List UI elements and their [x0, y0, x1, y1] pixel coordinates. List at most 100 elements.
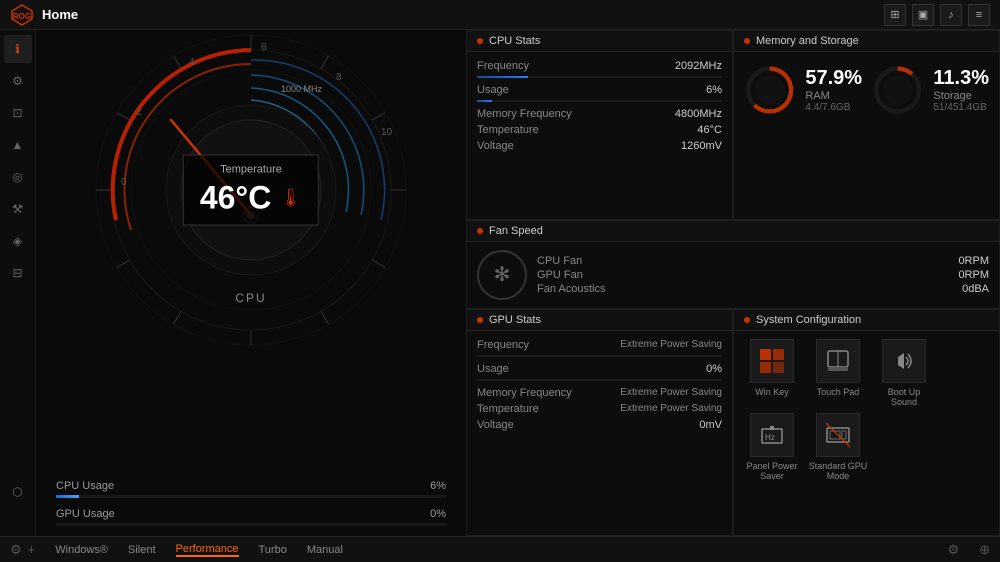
cpu-usage-stat-label: Usage	[477, 84, 509, 96]
temp-label: Temperature	[200, 164, 302, 176]
menu-button[interactable]: ≡	[968, 4, 990, 26]
panel-row-1: CPU Stats Frequency 2092MHz Usage 6%	[466, 30, 1000, 220]
gpu-freq-label: Frequency	[477, 339, 529, 351]
powersaver-label: Panel Power Saver	[742, 461, 802, 481]
gpu-freq-bar	[477, 355, 722, 357]
fan-settings-icon[interactable]: ⚙	[947, 542, 959, 558]
add-bottom-icon[interactable]: +	[28, 542, 36, 557]
cpu-usage-bar-fill	[56, 495, 79, 498]
gpu-usage-stat-label: Usage	[477, 363, 509, 375]
gauge-container: 0 2 4 6 8 10 1000 MHz Temperature	[81, 30, 421, 360]
powersaver-icon-box: Hz	[750, 413, 794, 457]
bottom-item-manual[interactable]: Manual	[307, 544, 343, 556]
fan-acoustics-value: 0dBA	[962, 283, 989, 295]
audio-button[interactable]: ♪	[940, 4, 962, 26]
gpu-stats-dot	[477, 317, 483, 323]
gpu-memfreq-value: Extreme Power Saving	[620, 387, 722, 398]
svg-text:4: 4	[189, 57, 195, 68]
storage-detail: 51/451.4GB	[933, 102, 989, 113]
config-item-bootup[interactable]: Boot Up Sound	[874, 339, 934, 407]
bottom-item-performance[interactable]: Performance	[176, 543, 239, 557]
svg-text:10: 10	[381, 127, 393, 138]
ram-gauge-svg	[744, 60, 795, 120]
grid-view-button[interactable]: ⊞	[884, 4, 906, 26]
expand-icon[interactable]: ⊕	[979, 542, 990, 558]
fan-speed-dot	[477, 228, 483, 234]
memory-storage-dot	[744, 38, 750, 44]
cpu-voltage-row: Voltage 1260mV	[477, 138, 722, 154]
monitor-button[interactable]: ▣	[912, 4, 934, 26]
gpu-mode-icon-box	[816, 413, 860, 457]
config-item-powersaver[interactable]: Hz Panel Power Saver	[742, 413, 802, 481]
sidebar-item-info[interactable]: ℹ	[4, 35, 32, 63]
gpu-temp-label: Temperature	[477, 403, 539, 415]
fan-icon: ✻	[477, 250, 527, 300]
ram-info: 57.9% RAM 4.4/7.6GB	[805, 67, 862, 113]
cpu-freq-label: Frequency	[477, 60, 529, 72]
storage-gauge	[872, 60, 923, 120]
touchpad-icon	[824, 347, 852, 375]
sidebar-item-settings[interactable]: ⚙	[4, 67, 32, 95]
bottom-item-windows[interactable]: Windows®	[55, 544, 108, 556]
gpu-voltage-value: 0mV	[699, 419, 722, 431]
svg-text:Hz: Hz	[765, 433, 775, 442]
fan-speed-header: Fan Speed	[467, 221, 999, 242]
storage-gauge-svg	[872, 60, 923, 120]
bottom-left-icons: ⚙ +	[10, 542, 35, 558]
cpu-fan-label: CPU Fan	[537, 255, 582, 267]
bootup-icon-box	[882, 339, 926, 383]
cpu-fan-row: CPU Fan 0RPM	[537, 254, 989, 268]
ram-percent: 57.9%	[805, 67, 862, 90]
sidebar-item-clipboard[interactable]: ⊟	[4, 259, 32, 287]
bottom-item-silent[interactable]: Silent	[128, 544, 156, 556]
cpu-voltage-label: Voltage	[477, 140, 514, 152]
fan-speed-panel: Fan Speed ✻ CPU Fan 0RPM GPU Fan 0RPM	[466, 220, 1000, 309]
svg-text:ROG: ROG	[13, 12, 31, 21]
bottom-item-turbo[interactable]: Turbo	[259, 544, 287, 556]
gpu-stats-content: Frequency Extreme Power Saving Usage 0%	[467, 331, 732, 535]
sidebar-item-shield[interactable]: ◈	[4, 227, 32, 255]
sidebar-item-display[interactable]: ⊡	[4, 99, 32, 127]
gpu-usage-row: GPU Usage 0%	[56, 508, 446, 526]
gpu-usage-label: GPU Usage	[56, 508, 115, 520]
gpu-voltage-row: Voltage 0mV	[477, 417, 722, 433]
bottom-bar: ⚙ + Windows® Silent Performance Turbo Ma…	[0, 536, 1000, 562]
cpu-usage-label: CPU Usage	[56, 480, 114, 492]
cpu-usage-stat-value: 6%	[706, 84, 722, 96]
memory-storage-title: Memory and Storage	[756, 35, 859, 47]
sidebar-item-power[interactable]: ⬡	[4, 478, 32, 506]
gpu-freq-row: Frequency Extreme Power Saving	[477, 337, 722, 353]
settings-bottom-icon[interactable]: ⚙	[10, 542, 22, 558]
system-config-content: Win Key Touch Pad	[734, 331, 999, 489]
gpu-mode-label: Standard GPU Mode	[808, 461, 868, 481]
gpu-fan-label: GPU Fan	[537, 269, 583, 281]
cpu-stats-content: Frequency 2092MHz Usage 6% Memory Freq	[467, 52, 732, 219]
gpu-usage-stat-value: 0%	[706, 363, 722, 375]
config-item-touchpad[interactable]: Touch Pad	[808, 339, 868, 407]
cpu-stats-panel: CPU Stats Frequency 2092MHz Usage 6%	[466, 30, 733, 220]
sidebar: ℹ ⚙ ⊡ ▲ ◎ ⚒ ◈ ⊟ ⬡	[0, 30, 36, 536]
memory-storage-content: 57.9% RAM 4.4/7.6GB 11.3%	[734, 52, 999, 128]
top-bar: ROG Home ⊞ ▣ ♪ ≡	[0, 0, 1000, 30]
cpu-memfreq-label: Memory Frequency	[477, 108, 572, 120]
sidebar-item-performance[interactable]: ▲	[4, 131, 32, 159]
gpu-usage-stat-bar	[477, 379, 722, 381]
panel-row-2: GPU Stats Frequency Extreme Power Saving…	[466, 309, 1000, 536]
svg-text:1000 MHz: 1000 MHz	[281, 84, 323, 94]
touchpad-icon-box	[816, 339, 860, 383]
winkey-icon-box	[750, 339, 794, 383]
sidebar-item-camera[interactable]: ◎	[4, 163, 32, 191]
gpu-usage-bar-bg	[56, 523, 446, 526]
system-config-panel: System Configuration Win Key	[733, 309, 1000, 536]
memory-storage-panel: Memory and Storage 57.9% RAM	[733, 30, 1000, 220]
touchpad-label: Touch Pad	[817, 387, 860, 397]
system-config-dot	[744, 317, 750, 323]
gpu-fan-value: 0RPM	[958, 269, 989, 281]
system-config-header: System Configuration	[734, 310, 999, 331]
thermometer-icon: 🌡	[279, 188, 302, 209]
sidebar-item-tools[interactable]: ⚒	[4, 195, 32, 223]
power-saver-icon: Hz	[758, 421, 786, 449]
cpu-stats-dot	[477, 38, 483, 44]
config-item-winkey[interactable]: Win Key	[742, 339, 802, 407]
config-item-gpu-mode[interactable]: Standard GPU Mode	[808, 413, 868, 481]
